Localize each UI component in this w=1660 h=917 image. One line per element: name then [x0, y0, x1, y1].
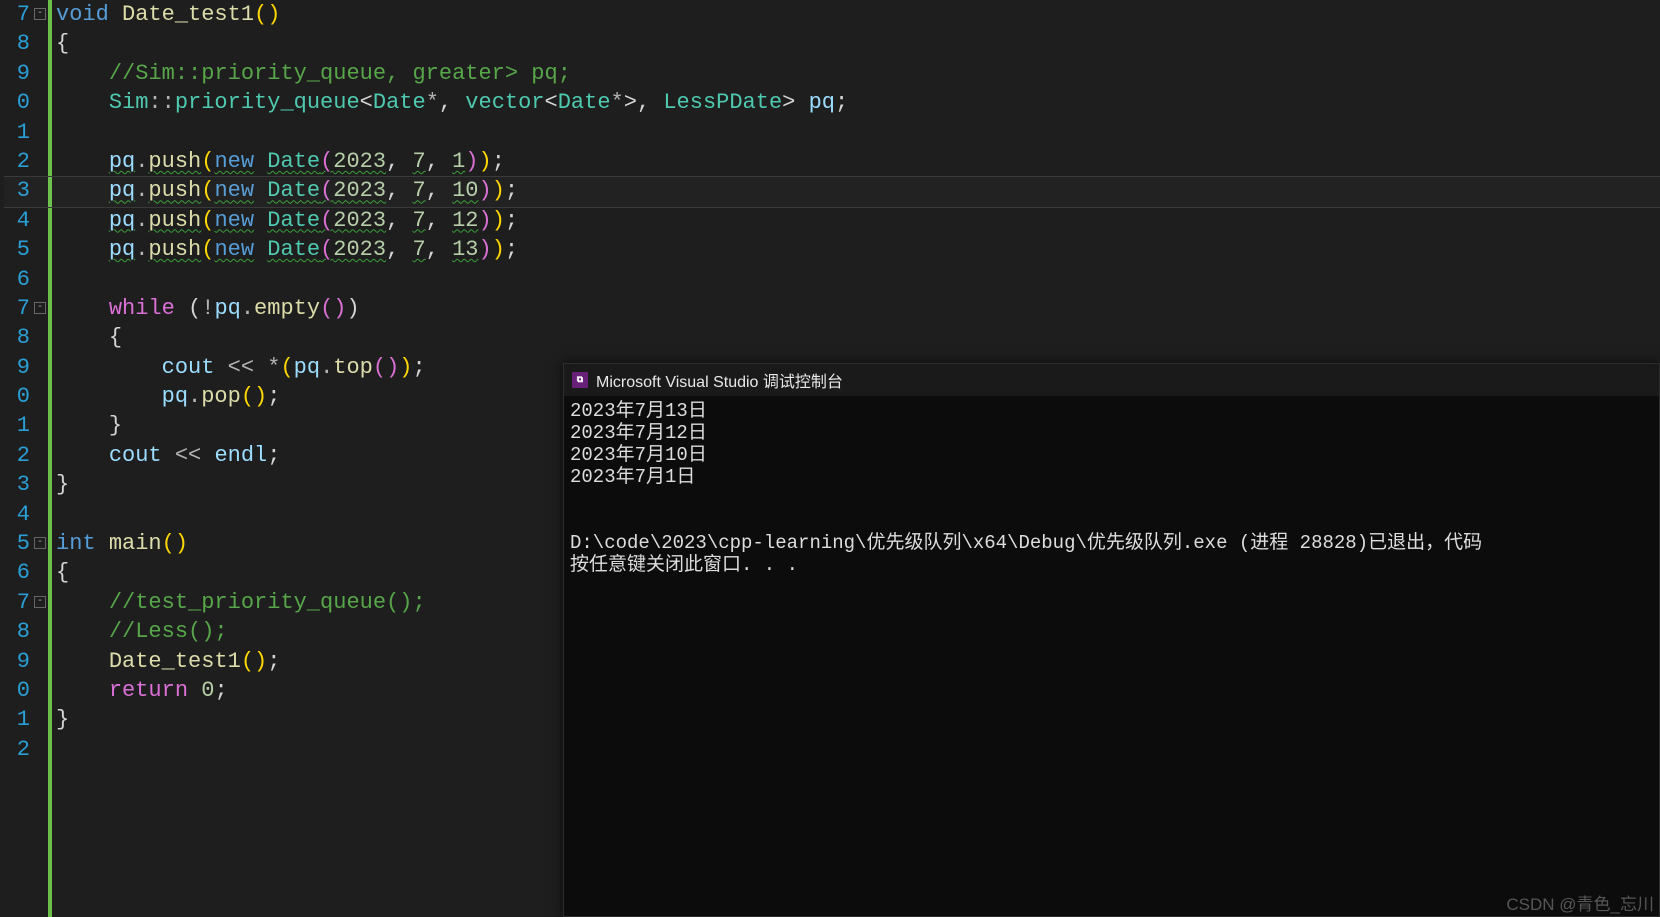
- debug-console-window[interactable]: ⧉ Microsoft Visual Studio 调试控制台 2023年7月1…: [563, 363, 1660, 917]
- fold-toggle-icon[interactable]: -: [34, 537, 46, 549]
- fold-column: - - - -: [34, 0, 48, 917]
- fold-toggle-icon[interactable]: -: [34, 8, 46, 20]
- console-title: Microsoft Visual Studio 调试控制台: [596, 368, 843, 392]
- console-titlebar[interactable]: ⧉ Microsoft Visual Studio 调试控制台: [564, 364, 1659, 396]
- fold-toggle-icon[interactable]: -: [34, 302, 46, 314]
- line-number-gutter: 78901234567890123456789012: [0, 0, 34, 917]
- watermark: CSDN @青色_忘川: [1506, 890, 1654, 915]
- console-output: 2023年7月13日 2023年7月12日 2023年7月10日 2023年7月…: [564, 396, 1659, 580]
- vs-icon: ⧉: [572, 372, 588, 388]
- fold-toggle-icon[interactable]: -: [34, 596, 46, 608]
